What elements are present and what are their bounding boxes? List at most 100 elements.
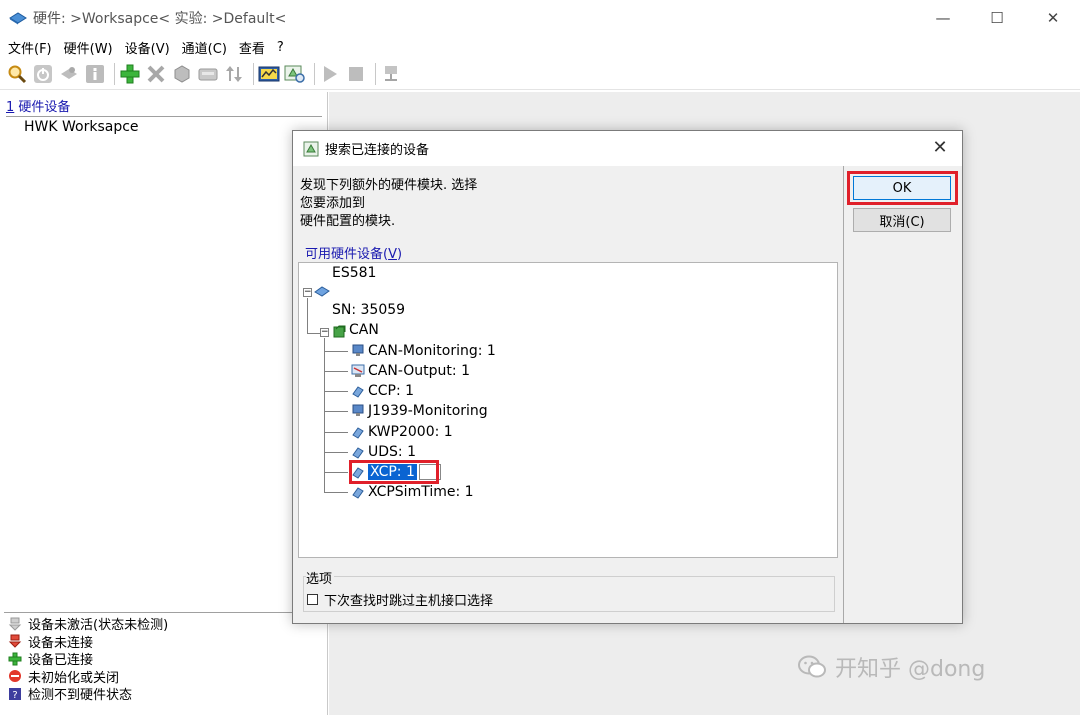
window-title: 硬件: >Worksapce< 实验: >Default<: [33, 11, 287, 27]
tree-node-label: CAN-Monitoring: 1: [368, 343, 496, 359]
legend-label: 设备已连接: [28, 653, 94, 669]
tree-line: [324, 411, 348, 412]
tree-node-serial: SN: 35059: [332, 302, 406, 318]
menu-device[interactable]: 设备(V): [125, 38, 170, 57]
dialog-title-bar: 搜索已连接的设备: [293, 131, 962, 166]
output-node-icon: [351, 364, 365, 377]
sort-icon[interactable]: [223, 63, 245, 85]
tree-node-can[interactable]: CAN: [349, 321, 379, 339]
legend-item: 设备已连接: [8, 650, 168, 668]
hardware-disabled-icon[interactable]: [58, 63, 80, 85]
info-icon[interactable]: [84, 63, 106, 85]
tree-node-can-monitoring[interactable]: CAN-Monitoring: 1: [351, 342, 496, 360]
expand-device-toggle[interactable]: −: [303, 288, 312, 297]
device-icon: [314, 286, 330, 297]
menu-hardware[interactable]: 硬件(W): [64, 38, 113, 57]
power-icon[interactable]: [32, 63, 54, 85]
tree-node-label: J1939-Monitoring: [368, 403, 488, 419]
tree-node-ccp[interactable]: CCP: 1: [351, 382, 414, 400]
stop-icon[interactable]: [345, 63, 367, 85]
dialog-body: 发现下列额外的硬件模块. 选择 您要添加到 硬件配置的模块. 可用硬件设备(V)…: [293, 166, 843, 623]
close-button[interactable]: ✕: [1028, 0, 1078, 36]
maximize-button[interactable]: ☐: [972, 0, 1022, 36]
minimize-button[interactable]: —: [918, 0, 968, 36]
watermark-text: 开知乎 @dong: [835, 657, 986, 682]
app-icon: [9, 12, 27, 25]
tree-node-j1939-monitoring[interactable]: J1939-Monitoring: [351, 402, 488, 420]
menu-file[interactable]: 文件(F): [8, 38, 52, 57]
tree-line: [324, 391, 348, 392]
menu-channel[interactable]: 通道(C): [182, 38, 227, 57]
tree-line: [324, 472, 348, 473]
device-list-icon[interactable]: [197, 63, 219, 85]
search-devices-icon[interactable]: [284, 63, 306, 85]
tree-line: [324, 338, 325, 493]
available-label-end: ): [396, 247, 403, 262]
dialog-description: 发现下列额外的硬件模块. 选择 您要添加到 硬件配置的模块.: [300, 177, 477, 231]
options-title: 选项: [306, 568, 335, 587]
tree-line: [324, 452, 348, 453]
dialog-close-button[interactable]: ✕: [930, 139, 950, 157]
delete-icon[interactable]: [145, 63, 167, 85]
unknown-status-icon: ?: [8, 687, 22, 701]
tree-node-label: UDS: 1: [368, 444, 416, 460]
device-connected-icon: [8, 652, 22, 666]
tree-node-uds[interactable]: UDS: 1: [351, 443, 416, 461]
protocol-node-icon: [352, 487, 364, 499]
legend-divider: [4, 612, 322, 613]
legend-item: ? 检测不到硬件状态: [8, 685, 168, 703]
play-icon[interactable]: [319, 63, 341, 85]
svg-text:?: ?: [12, 690, 17, 701]
tab-hardware-devices[interactable]: 1 硬件设备: [6, 96, 70, 115]
device-tree[interactable]: ES581 − SN: 35059 − CAN CAN-Monitoring: …: [298, 262, 838, 558]
protocol-node-icon: [352, 447, 364, 459]
available-label-text: 可用硬件设备(: [305, 247, 389, 262]
search-icon[interactable]: [6, 63, 28, 85]
description-line: 发现下列额外的硬件模块. 选择: [300, 178, 478, 193]
dialog-icon: [303, 141, 319, 156]
tree-line: [324, 351, 348, 352]
menu-help[interactable]: ?: [277, 40, 284, 55]
add-icon[interactable]: [119, 63, 141, 85]
expand-can-toggle[interactable]: −: [320, 328, 329, 337]
tree-root-workspace[interactable]: HWK Worksapce: [24, 119, 139, 135]
checkbox-box[interactable]: [307, 594, 318, 605]
hardware-pane: 1 硬件设备 HWK Worksapce 设备未激活(状态未检测) 设备未连接 …: [0, 92, 328, 715]
tree-node-label: KWP2000: 1: [368, 424, 453, 440]
device-disconnected-icon: [8, 634, 22, 648]
tree-node-device-name[interactable]: ES581: [332, 264, 376, 282]
legend-item: 设备未激活(状态未检测): [8, 615, 168, 633]
legend-label: 设备未连接: [28, 635, 94, 651]
options-group: 选项 下次查找时跳过主机接口选择: [298, 566, 838, 614]
protocol-node-icon: [352, 427, 364, 439]
tree-node-xcpsimtime[interactable]: XCPSimTime: 1: [351, 483, 474, 501]
cancel-button[interactable]: 取消(C): [853, 208, 951, 232]
legend-label: 未初始化或关闭: [28, 670, 120, 686]
description-line: 硬件配置的模块.: [300, 214, 396, 229]
menu-view[interactable]: 查看: [239, 38, 265, 57]
toolbar-separator: [114, 62, 115, 85]
monitor-node-icon: [352, 344, 364, 356]
tree-line: [324, 371, 348, 372]
legend-item: 设备未连接: [8, 633, 168, 651]
toolbar: [0, 58, 1080, 90]
available-devices-label: 可用硬件设备(V): [305, 243, 402, 262]
module-icon[interactable]: [171, 63, 193, 85]
not-initialized-icon: [8, 669, 22, 683]
can-bus-icon: [333, 325, 346, 338]
highlight-box-xcp: [349, 460, 439, 484]
dialog-button-panel: OK 取消(C): [843, 166, 962, 623]
menu-bar: 文件(F) 硬件(W) 设备(V) 通道(C) 查看 ?: [0, 36, 1080, 58]
tree-node-kwp2000[interactable]: KWP2000: 1: [351, 423, 453, 441]
monitor-icon[interactable]: [258, 63, 280, 85]
highlight-box-ok: [847, 171, 958, 205]
toolbar-separator: [314, 62, 315, 85]
watermark: 开知乎 @dong: [797, 651, 985, 683]
tree-line: [307, 298, 308, 334]
legend-label: 检测不到硬件状态: [28, 688, 133, 704]
tab-divider: [6, 116, 322, 117]
available-label-hotkey: V: [388, 247, 397, 262]
skip-interface-checkbox[interactable]: 下次查找时跳过主机接口选择: [307, 590, 493, 609]
tree-node-can-output[interactable]: CAN-Output: 1: [351, 362, 470, 380]
network-icon[interactable]: [380, 63, 402, 85]
